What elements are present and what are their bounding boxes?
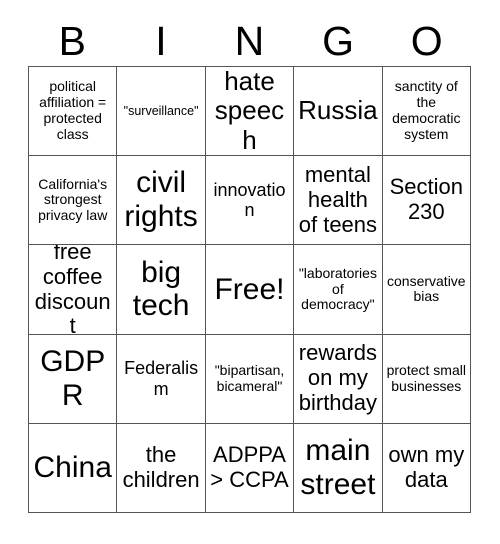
bingo-cell-r4c1[interactable]: GDPR xyxy=(29,334,118,424)
bingo-header-letter-b: B xyxy=(58,17,86,64)
bingo-cell-label: rewards on my birthday xyxy=(298,340,378,416)
bingo-cell-label: sanctity of the democratic system xyxy=(392,78,461,142)
bingo-cell-r1c2[interactable]: "surveillance" xyxy=(117,67,206,157)
bingo-cell-r4c2[interactable]: Federalism xyxy=(117,334,206,424)
bingo-header-letter-i: I xyxy=(155,17,167,64)
bingo-cell-label: "bipartisan, bicameral" xyxy=(214,361,285,394)
bingo-cell-r5c2[interactable]: the children xyxy=(117,423,206,513)
bingo-cell-r3c1[interactable]: free coffee discount xyxy=(29,245,118,335)
bingo-cell-label: China xyxy=(33,450,112,484)
bingo-cell-r2c1[interactable]: California's strongest privacy law xyxy=(29,156,118,246)
bingo-cell-label: mental health of teens xyxy=(298,162,378,237)
bingo-cell-label: California's strongest privacy law xyxy=(38,175,108,224)
bingo-cell-r1c3[interactable]: hate speech xyxy=(205,67,295,157)
bingo-cell-free-space[interactable]: Free! xyxy=(205,245,295,335)
bingo-cell-label: "laboratories of democracy" xyxy=(298,264,377,313)
bingo-cell-label: big tech xyxy=(132,255,190,323)
bingo-cell-r1c5[interactable]: sanctity of the democratic system xyxy=(382,67,471,157)
bingo-cell-label: free coffee discount xyxy=(34,245,111,335)
bingo-cell-r2c3[interactable]: innovation xyxy=(205,156,295,246)
bingo-cell-r4c3[interactable]: "bipartisan, bicameral" xyxy=(205,334,295,424)
bingo-cell-label: Section 230 xyxy=(389,174,463,225)
bingo-cell-r4c4[interactable]: rewards on my birthday xyxy=(294,334,383,424)
bingo-cell-label: civil rights xyxy=(124,166,198,234)
bingo-cell-r2c4[interactable]: mental health of teens xyxy=(294,156,383,246)
bingo-header-letter-n: N xyxy=(234,17,265,64)
bingo-free-space-label: Free! xyxy=(214,272,285,306)
bingo-cell-r4c5[interactable]: protect small businesses xyxy=(382,334,471,424)
bingo-cell-label: own my data xyxy=(388,442,465,492)
bingo-cell-r1c4[interactable]: Russia xyxy=(294,67,383,157)
bingo-cell-r5c1[interactable]: China xyxy=(29,423,118,513)
bingo-cell-label: protect small businesses xyxy=(386,361,466,394)
bingo-cell-r3c4[interactable]: "laboratories of democracy" xyxy=(294,245,383,335)
bingo-cell-r5c4[interactable]: main street xyxy=(294,423,383,513)
bingo-cell-label: the children xyxy=(122,442,200,492)
bingo-cell-label: main street xyxy=(300,434,376,501)
bingo-cell-r5c3[interactable]: ADPPA > CCPA xyxy=(205,423,295,513)
bingo-cell-r3c5[interactable]: conservative bias xyxy=(382,245,471,335)
bingo-cell-label: hate speech xyxy=(214,67,285,155)
bingo-cell-label: GDPR xyxy=(40,344,106,412)
bingo-grid: political affiliation = protected class … xyxy=(28,66,471,513)
bingo-cell-r1c1[interactable]: political affiliation = protected class xyxy=(29,67,118,157)
bingo-cell-r2c5[interactable]: Section 230 xyxy=(382,156,471,246)
bingo-cell-r2c2[interactable]: civil rights xyxy=(117,156,206,246)
bingo-cell-label: innovation xyxy=(213,179,286,221)
bingo-header-letter-g: G xyxy=(322,17,355,64)
bingo-cell-label: Russia xyxy=(298,95,378,126)
bingo-cell-r3c2[interactable]: big tech xyxy=(117,245,206,335)
bingo-cell-label: "surveillance" xyxy=(123,104,199,119)
bingo-header-letter-o: O xyxy=(410,17,443,64)
bingo-card: B I N G O political affiliation = protec… xyxy=(0,0,500,544)
bingo-header-row: B I N G O xyxy=(28,16,471,66)
bingo-cell-label: ADPPA > CCPA xyxy=(210,442,289,492)
bingo-cell-label: political affiliation = protected class xyxy=(39,78,107,142)
bingo-cell-r5c5[interactable]: own my data xyxy=(382,423,471,513)
bingo-cell-label: conservative bias xyxy=(387,272,466,305)
bingo-cell-label: Federalism xyxy=(124,358,199,399)
